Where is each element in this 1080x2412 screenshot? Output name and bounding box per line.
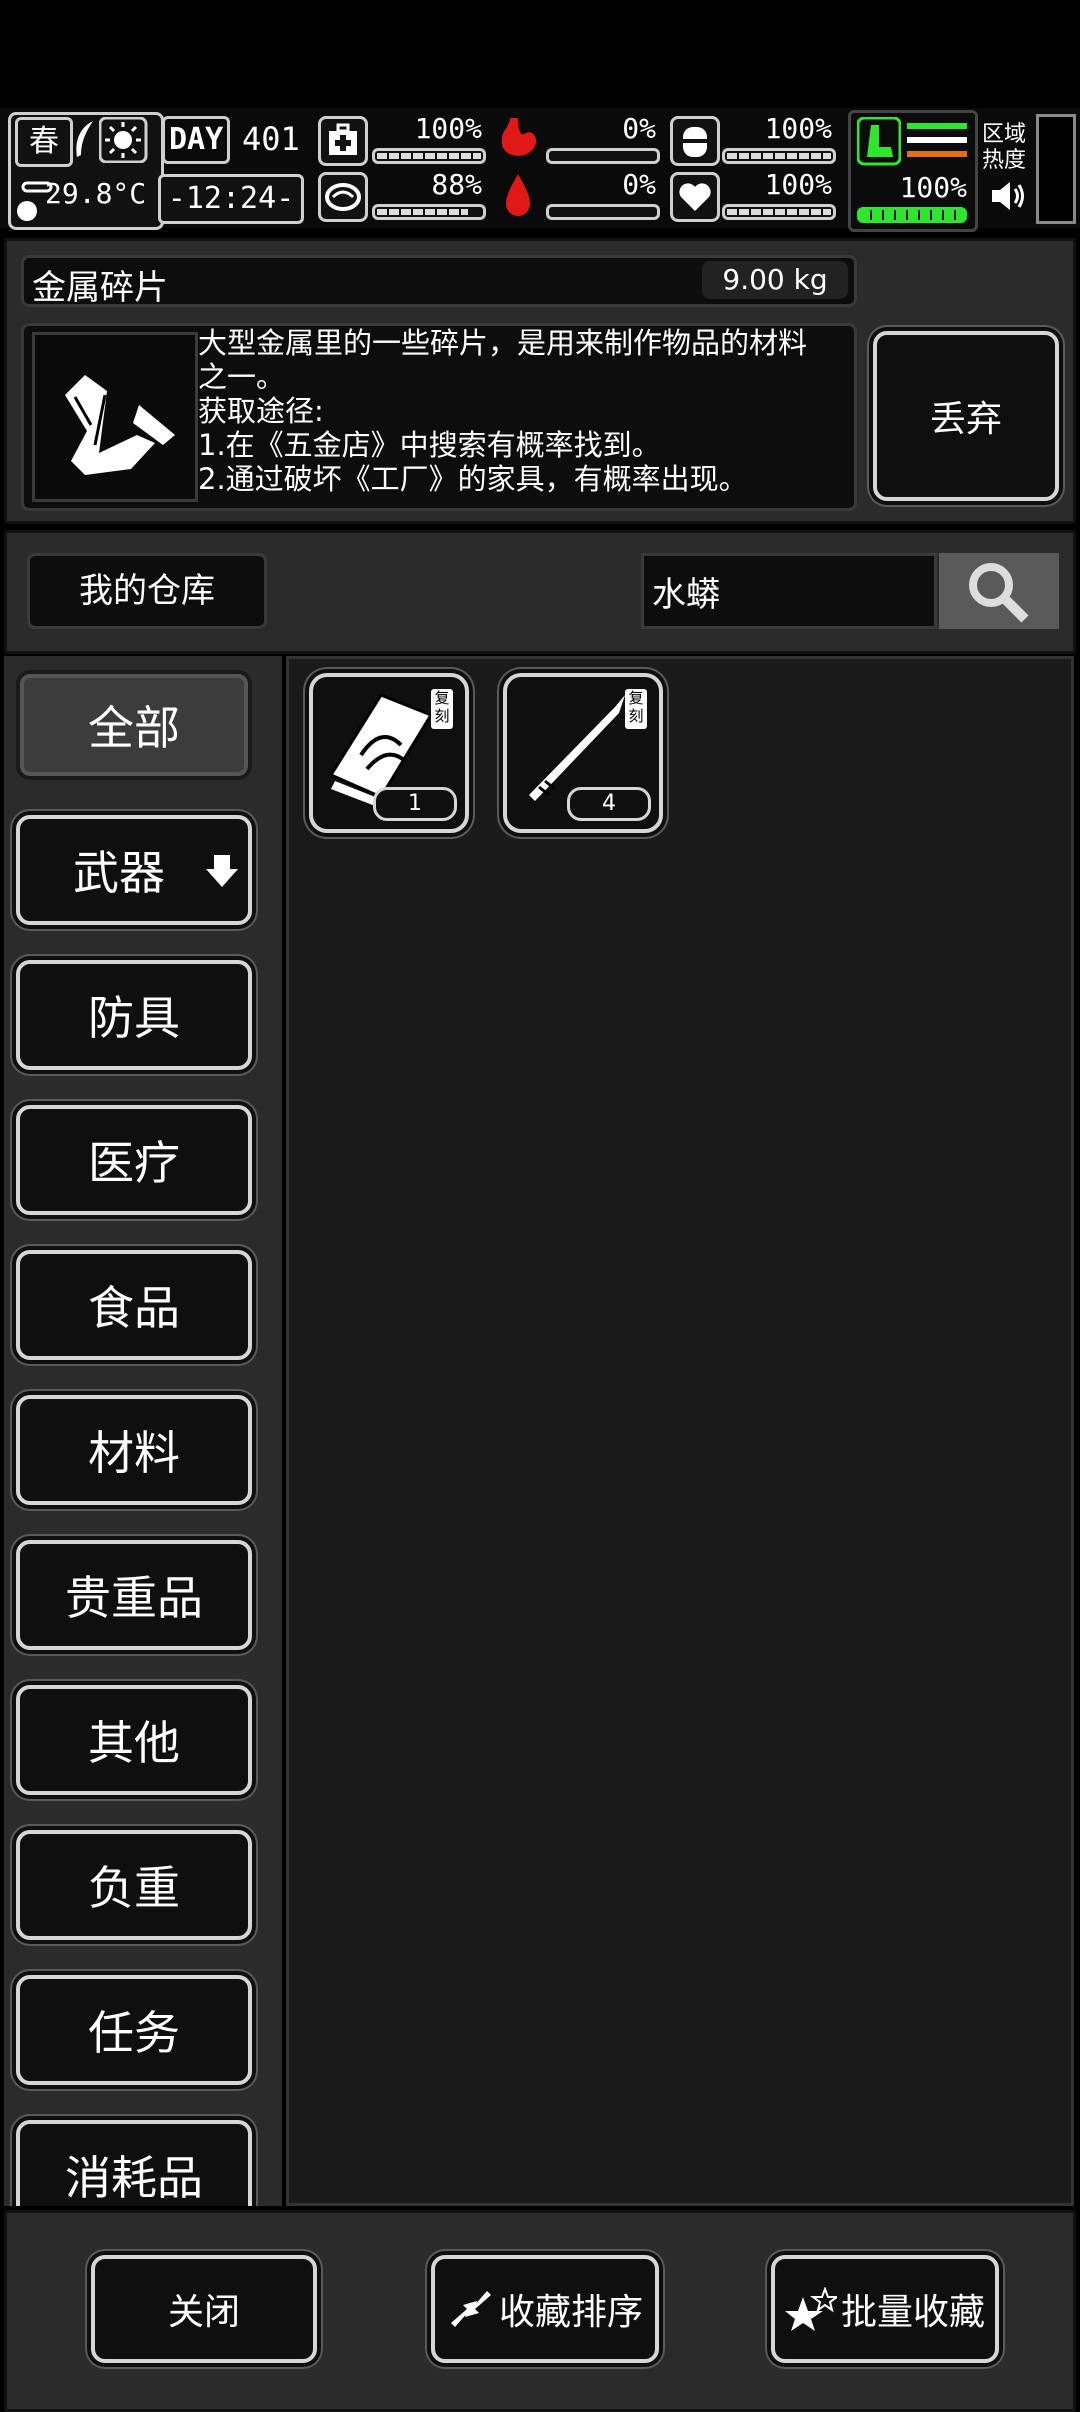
category-label: 食品	[88, 1281, 180, 1335]
clock-time: -12:24-	[158, 174, 304, 224]
day-time-panel: DAY 401 -12:24-	[158, 114, 304, 224]
item-count: 4	[567, 787, 651, 821]
category-other[interactable]: 其他	[16, 1685, 252, 1795]
hunger-value: 0%	[622, 112, 656, 145]
drink-value: 100%	[764, 112, 832, 145]
speaker-icon[interactable]	[988, 176, 1028, 216]
item-description-box: 大型金属里的一些碎片，是用来制作物品的材料 之一。 获取途径: 1.在《五金店》…	[21, 323, 857, 511]
health-value: 100%	[764, 168, 832, 201]
item-slot-spear[interactable]: 复刻 4	[503, 673, 663, 833]
hunger-bar	[546, 148, 660, 164]
replica-badge: 复刻	[625, 689, 647, 729]
item-title-bar: 金属碎片 9.00 kg	[21, 255, 857, 308]
running-figure-icon	[857, 117, 901, 166]
category-sidebar: 全部武器防具医疗食品材料贵重品其他负重任务消耗品	[4, 656, 282, 2206]
category-materials[interactable]: 材料	[16, 1395, 252, 1505]
stamina-value: 100%	[899, 171, 967, 204]
category-valuables[interactable]: 贵重品	[16, 1540, 252, 1650]
zone-heat-label: 区域 热度	[982, 122, 1027, 173]
batch-favorite-button[interactable]: 批量收藏	[771, 2255, 999, 2363]
thirst-value: 0%	[622, 168, 656, 201]
status-hud: 春 29.8°C DAY 401 -12:24- 100% 0% 100% 88…	[0, 108, 1080, 232]
weather-panel: 春 29.8°C	[8, 112, 164, 230]
medical-bar	[372, 148, 486, 164]
category-label: 全部	[88, 701, 180, 755]
brain-icon	[318, 172, 368, 222]
item-slot-blueprint[interactable]: 复刻 1	[309, 673, 469, 833]
day-number: 401	[242, 120, 300, 158]
feather-icon	[76, 121, 93, 157]
medkit-icon	[318, 116, 368, 166]
item-detail-panel: 金属碎片 9.00 kg 大型金属里的一些碎片，是用来制作物品的材料 之一。 获…	[4, 238, 1076, 524]
category-weapons[interactable]: 武器	[16, 815, 252, 925]
item-description: 大型金属里的一些碎片，是用来制作物品的材料 之一。 获取途径: 1.在《五金店》…	[198, 326, 808, 496]
replica-badge: 复刻	[431, 689, 453, 729]
health-bar	[722, 204, 836, 220]
category-label: 医疗	[88, 1136, 180, 1190]
item-count: 1	[373, 787, 457, 821]
zone-heat-meter	[1036, 114, 1076, 224]
search-input[interactable]	[641, 553, 937, 629]
category-label: 负重	[88, 1861, 180, 1915]
category-label: 材料	[88, 1426, 180, 1480]
close-button[interactable]: 关闭	[91, 2255, 317, 2363]
category-label: 武器	[73, 846, 165, 900]
category-food[interactable]: 食品	[16, 1250, 252, 1360]
category-quest[interactable]: 任务	[16, 1975, 252, 2085]
water-drop-icon	[506, 174, 530, 216]
metal-shard-icon	[32, 332, 198, 502]
category-label: 防具	[88, 991, 180, 1045]
category-carry-weight[interactable]: 负重	[16, 1830, 252, 1940]
category-label: 任务	[88, 2006, 180, 2060]
drink-bar	[722, 148, 836, 164]
sun-icon	[99, 117, 148, 163]
item-weight: 9.00 kg	[702, 261, 848, 299]
batch-favorite-label: 批量收藏	[840, 2292, 985, 2333]
mental-value: 88%	[431, 168, 482, 201]
category-medical[interactable]: 医疗	[16, 1105, 252, 1215]
heart-icon	[670, 172, 720, 222]
stamina-panel: 100%	[848, 110, 978, 232]
item-grid: 复刻 1 复刻 4	[286, 656, 1074, 2206]
thirst-bar	[546, 204, 660, 220]
storage-header: 我的仓库	[4, 530, 1076, 654]
item-name: 金属碎片	[32, 268, 168, 308]
discard-button[interactable]: 丢弃	[873, 331, 1059, 501]
storage-title: 我的仓库	[27, 553, 267, 629]
favorite-sort-label: 收藏排序	[498, 2292, 643, 2333]
category-armor[interactable]: 防具	[16, 960, 252, 1070]
stomach-icon	[501, 118, 537, 156]
medical-value: 100%	[414, 112, 482, 145]
season-label: 春	[15, 117, 73, 167]
category-consumables[interactable]: 消耗品	[16, 2120, 252, 2206]
footer-bar: 关闭 收藏排序 批量收藏	[4, 2210, 1076, 2412]
day-label: DAY	[162, 116, 231, 164]
arrow-down-icon	[206, 855, 238, 887]
category-all[interactable]: 全部	[16, 670, 252, 780]
search-button[interactable]	[939, 553, 1059, 629]
mental-bar	[372, 204, 486, 220]
swap-arrows-icon	[450, 2291, 491, 2327]
stars-icon	[784, 2287, 837, 2331]
canteen-icon	[670, 116, 720, 166]
stamina-bar	[857, 207, 967, 223]
favorite-sort-button[interactable]: 收藏排序	[431, 2255, 659, 2363]
category-label: 消耗品	[65, 2151, 203, 2205]
temperature-value: 29.8°C	[45, 177, 147, 210]
category-label: 其他	[88, 1716, 180, 1770]
category-label: 贵重品	[65, 1571, 203, 1625]
search-icon	[969, 563, 1029, 623]
